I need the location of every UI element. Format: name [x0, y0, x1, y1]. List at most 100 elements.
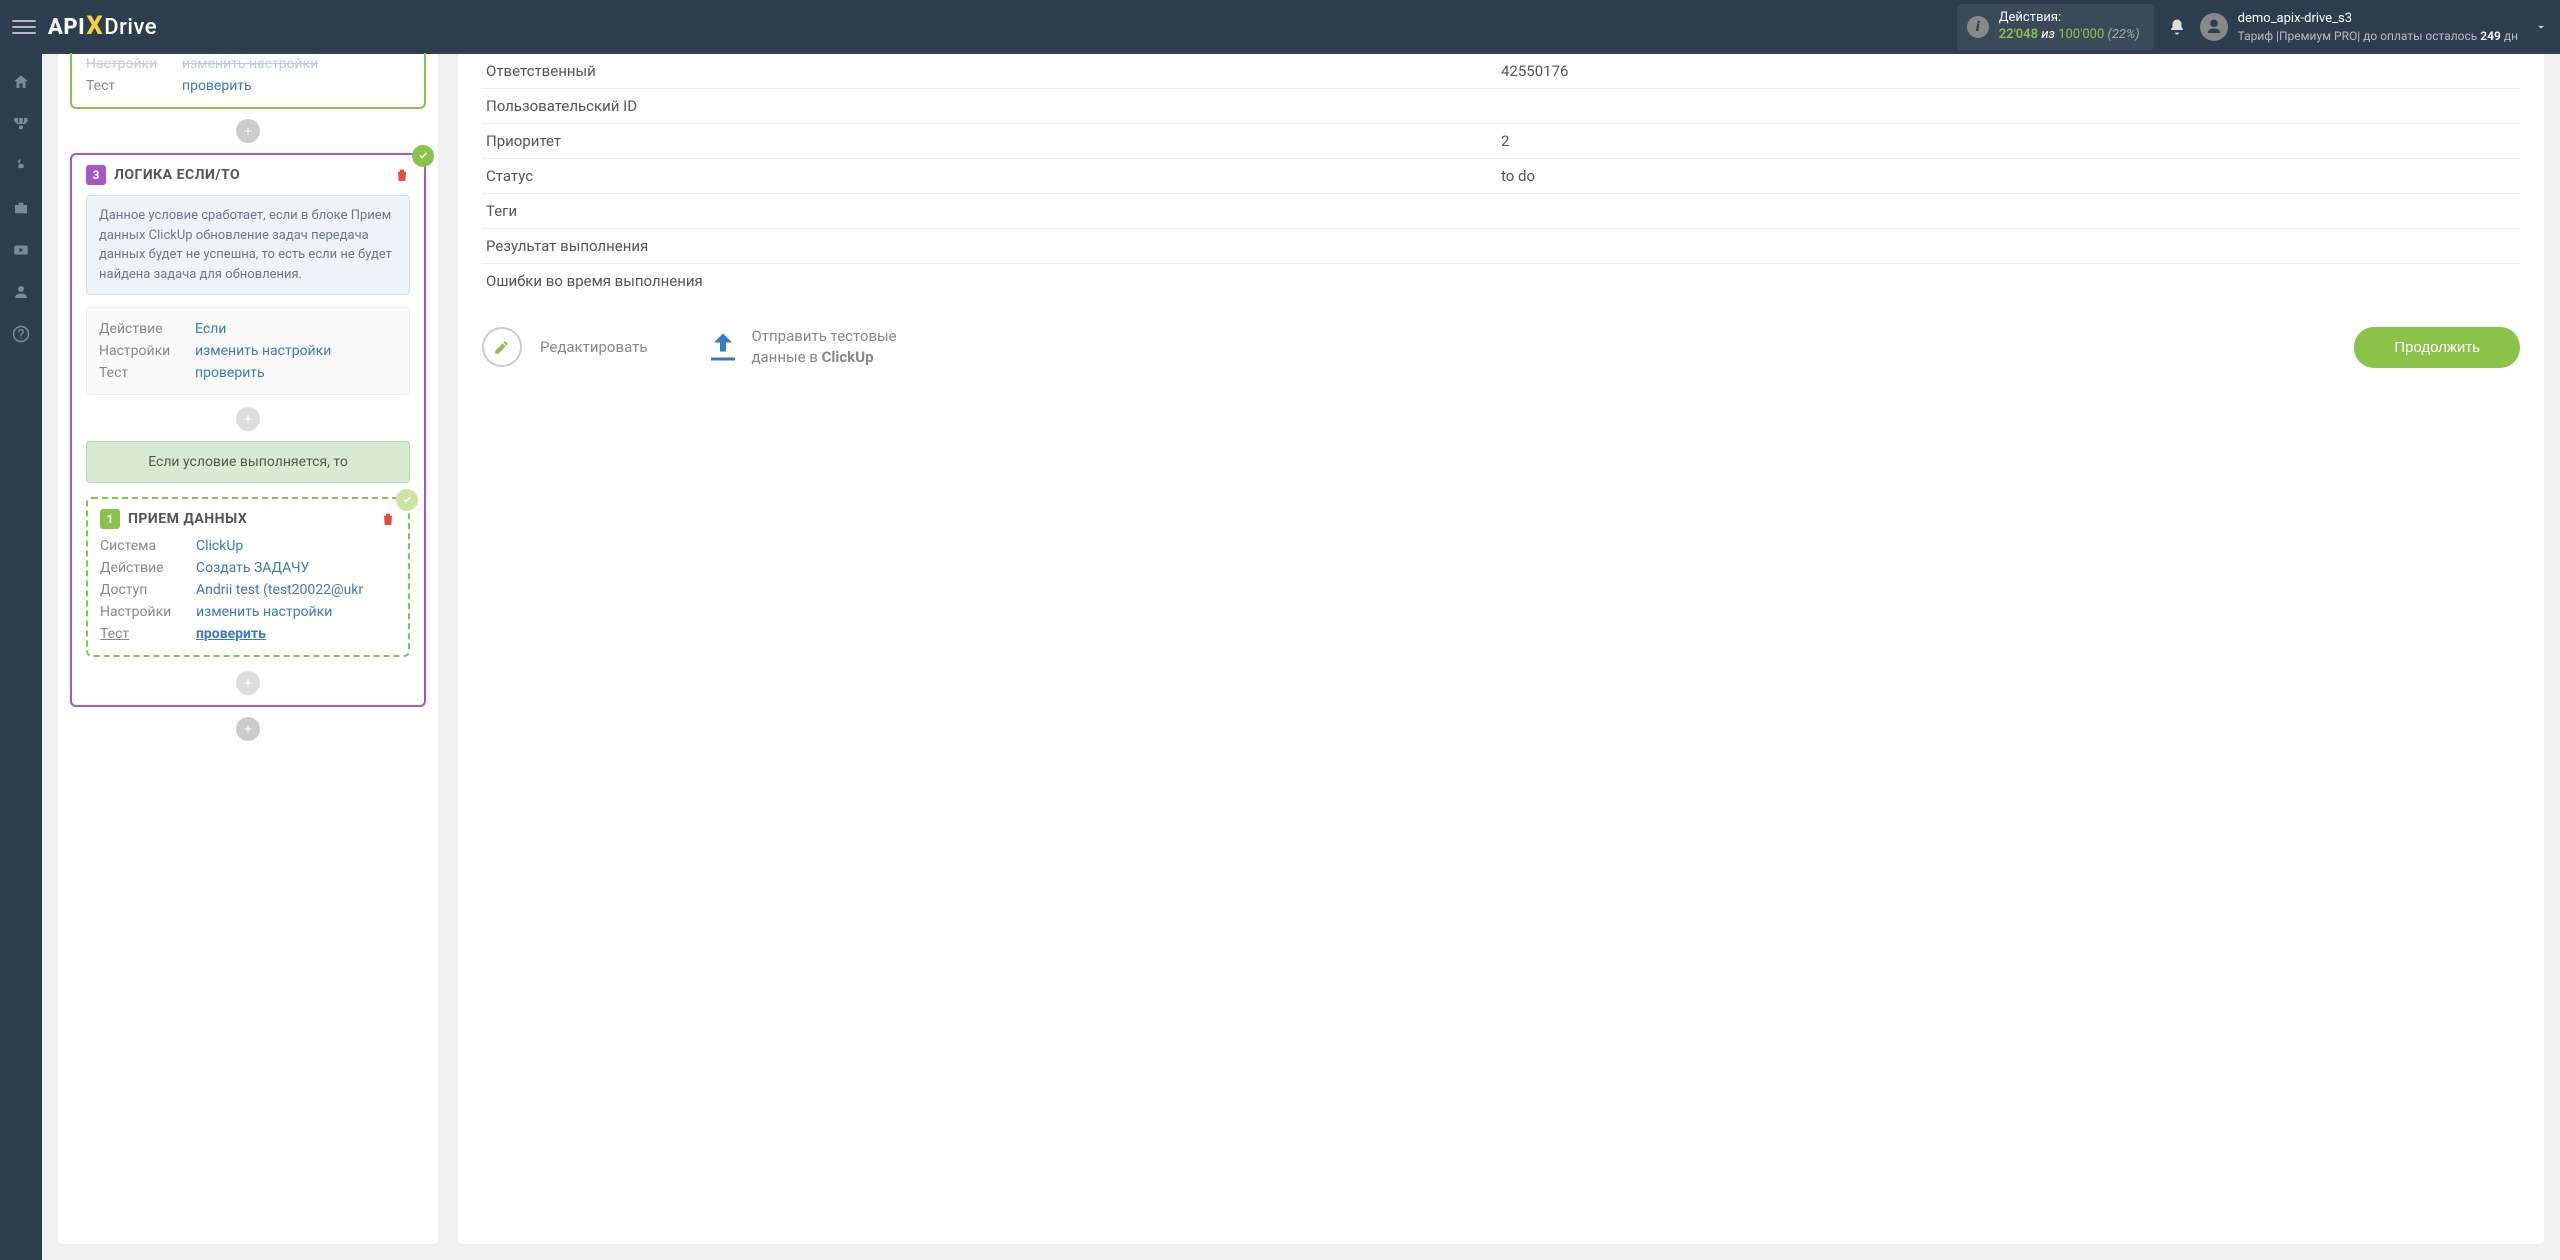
add-step-button[interactable]: [236, 717, 260, 741]
sidebar-connections[interactable]: [0, 104, 42, 144]
prop-value[interactable]: Если: [195, 321, 226, 337]
block-header: 3 ЛОГИКА ЕСЛИ/ТО: [72, 155, 424, 195]
tariff-days: 249: [2480, 29, 2501, 43]
block-number: 1: [100, 509, 120, 529]
prop-label: Тест: [100, 626, 186, 642]
field-key: Ответственный: [486, 62, 1501, 80]
chevron-down-icon: [2534, 20, 2548, 34]
prop-label: Настройки: [100, 604, 186, 620]
prop-label: Система: [100, 538, 186, 554]
prop-row: Тест проверить: [86, 75, 410, 97]
table-row: Приоритет2: [482, 124, 2520, 159]
add-step-button[interactable]: [236, 407, 260, 431]
prop-value[interactable]: Andrii test (test20022@ukr: [196, 582, 363, 598]
prop-value[interactable]: Создать ЗАДАЧУ: [196, 560, 309, 576]
menu-toggle[interactable]: [12, 15, 36, 39]
actions-pct: (22%): [2108, 27, 2140, 42]
bell-icon[interactable]: [2168, 18, 2186, 36]
actions-max: 100'000: [2058, 27, 2104, 42]
field-key: Результат выполнения: [486, 237, 1501, 255]
block-title: ЛОГИКА ЕСЛИ/ТО: [114, 167, 240, 183]
header-right: i Действия: 22'048 из 100'000 (22%) demo…: [1957, 4, 2548, 50]
avatar-icon: [2200, 13, 2228, 41]
table-row: Пользовательский ID: [482, 89, 2520, 124]
field-value: [1501, 237, 2516, 255]
prop-label: Действие: [100, 560, 186, 576]
tariff-prefix: Тариф |Премиум PRO| до оплаты осталось: [2238, 29, 2481, 43]
test-link[interactable]: проверить: [196, 626, 266, 642]
prop-row: Настройки изменить настройки: [86, 53, 410, 75]
add-step-button[interactable]: [236, 671, 260, 695]
field-value: [1501, 202, 2516, 220]
sidebar-profile[interactable]: [0, 272, 42, 312]
add-step-button[interactable]: [236, 119, 260, 143]
page-body: Настройки изменить настройки Тест провер…: [42, 54, 2560, 1260]
settings-link[interactable]: изменить настройки: [196, 604, 332, 620]
table-row: Теги: [482, 194, 2520, 229]
actions-of: из: [2041, 27, 2055, 42]
table-row: Результат выполнения: [482, 229, 2520, 264]
field-key: Приоритет: [486, 132, 1501, 150]
actions-count: 22'048: [1999, 27, 2038, 42]
sidebar-help[interactable]: [0, 314, 42, 354]
settings-link[interactable]: изменить настройки: [182, 56, 318, 72]
top-block: Настройки изменить настройки Тест провер…: [70, 53, 426, 109]
block-title: ПРИЕМ ДАННЫХ: [128, 511, 247, 527]
prop-label: Тест: [99, 365, 185, 381]
test-link[interactable]: проверить: [182, 78, 252, 94]
field-key: Ошибки во время выполнения: [486, 272, 1501, 290]
field-value: [1501, 272, 2516, 290]
table-row: Статусto do: [482, 159, 2520, 194]
logo-drive: Drive: [104, 15, 157, 40]
field-value: [1501, 97, 2516, 115]
block-description: Данное условие сработает, если в блоке П…: [86, 195, 410, 295]
actions-text: Действия: 22'048 из 100'000 (22%): [1999, 10, 2140, 44]
prop-label: Доступ: [100, 582, 186, 598]
details-panel: Ответственный42550176 Пользовательский I…: [458, 54, 2544, 1244]
logo[interactable]: APIXDrive: [48, 12, 157, 42]
receive-block: 1 ПРИЕМ ДАННЫХ Система ClickUp Действие Со…: [86, 497, 410, 657]
settings-link[interactable]: изменить настройки: [195, 343, 331, 359]
send-target: ClickUp: [822, 348, 874, 366]
field-key: Теги: [486, 202, 1501, 220]
edit-label: Редактировать: [540, 338, 647, 356]
edit-button[interactable]: [482, 327, 522, 367]
delete-icon[interactable]: [380, 511, 396, 527]
logo-api: API: [48, 15, 85, 40]
details-table: Ответственный42550176 Пользовательский I…: [482, 54, 2520, 298]
block-number: 3: [86, 165, 106, 185]
user-menu[interactable]: demo_apix-drive_s3 Тариф |Премиум PRO| д…: [2200, 10, 2548, 44]
sidebar-billing[interactable]: [0, 146, 42, 186]
delete-icon[interactable]: [394, 167, 410, 183]
field-value: to do: [1501, 167, 2516, 185]
prop-value[interactable]: ClickUp: [196, 538, 243, 554]
sidebar-video[interactable]: [0, 230, 42, 270]
field-value: 42550176: [1501, 62, 2516, 80]
send-label-1: Отправить тестовые: [751, 326, 896, 347]
prop-label: Тест: [86, 78, 172, 94]
field-key: Пользовательский ID: [486, 97, 1501, 115]
tariff-suffix: дн: [2501, 29, 2518, 43]
actions-label: Действия:: [1999, 10, 2140, 27]
block-props: ДействиеЕсли Настройкиизменить настройки…: [86, 307, 410, 395]
info-icon: i: [1967, 16, 1989, 38]
test-link[interactable]: проверить: [195, 365, 265, 381]
logo-x: X: [86, 11, 103, 41]
top-header: APIXDrive i Действия: 22'048 из 100'000 …: [0, 0, 2560, 54]
user-name: demo_apix-drive_s3: [2238, 10, 2518, 28]
action-bar: Редактировать Отправить тестовые данные …: [482, 326, 2520, 368]
send-label-2: данные в: [751, 348, 821, 366]
prop-label: Действие: [99, 321, 185, 337]
prop-label: Настройки: [86, 56, 172, 72]
sidebar-home[interactable]: [0, 62, 42, 102]
upload-icon: [705, 329, 741, 365]
sidebar-briefcase[interactable]: [0, 188, 42, 228]
table-row: Ошибки во время выполнения: [482, 264, 2520, 298]
user-text: demo_apix-drive_s3 Тариф |Премиум PRO| д…: [2238, 10, 2518, 44]
logic-block: 3 ЛОГИКА ЕСЛИ/ТО Данное условие сработае…: [70, 153, 426, 707]
continue-button[interactable]: Продолжить: [2354, 327, 2520, 368]
actions-counter[interactable]: i Действия: 22'048 из 100'000 (22%): [1957, 4, 2154, 50]
table-row: Ответственный42550176: [482, 54, 2520, 89]
condition-bar: Если условие выполняется, то: [86, 441, 410, 483]
send-test-data[interactable]: Отправить тестовые данные в ClickUp: [705, 326, 896, 368]
